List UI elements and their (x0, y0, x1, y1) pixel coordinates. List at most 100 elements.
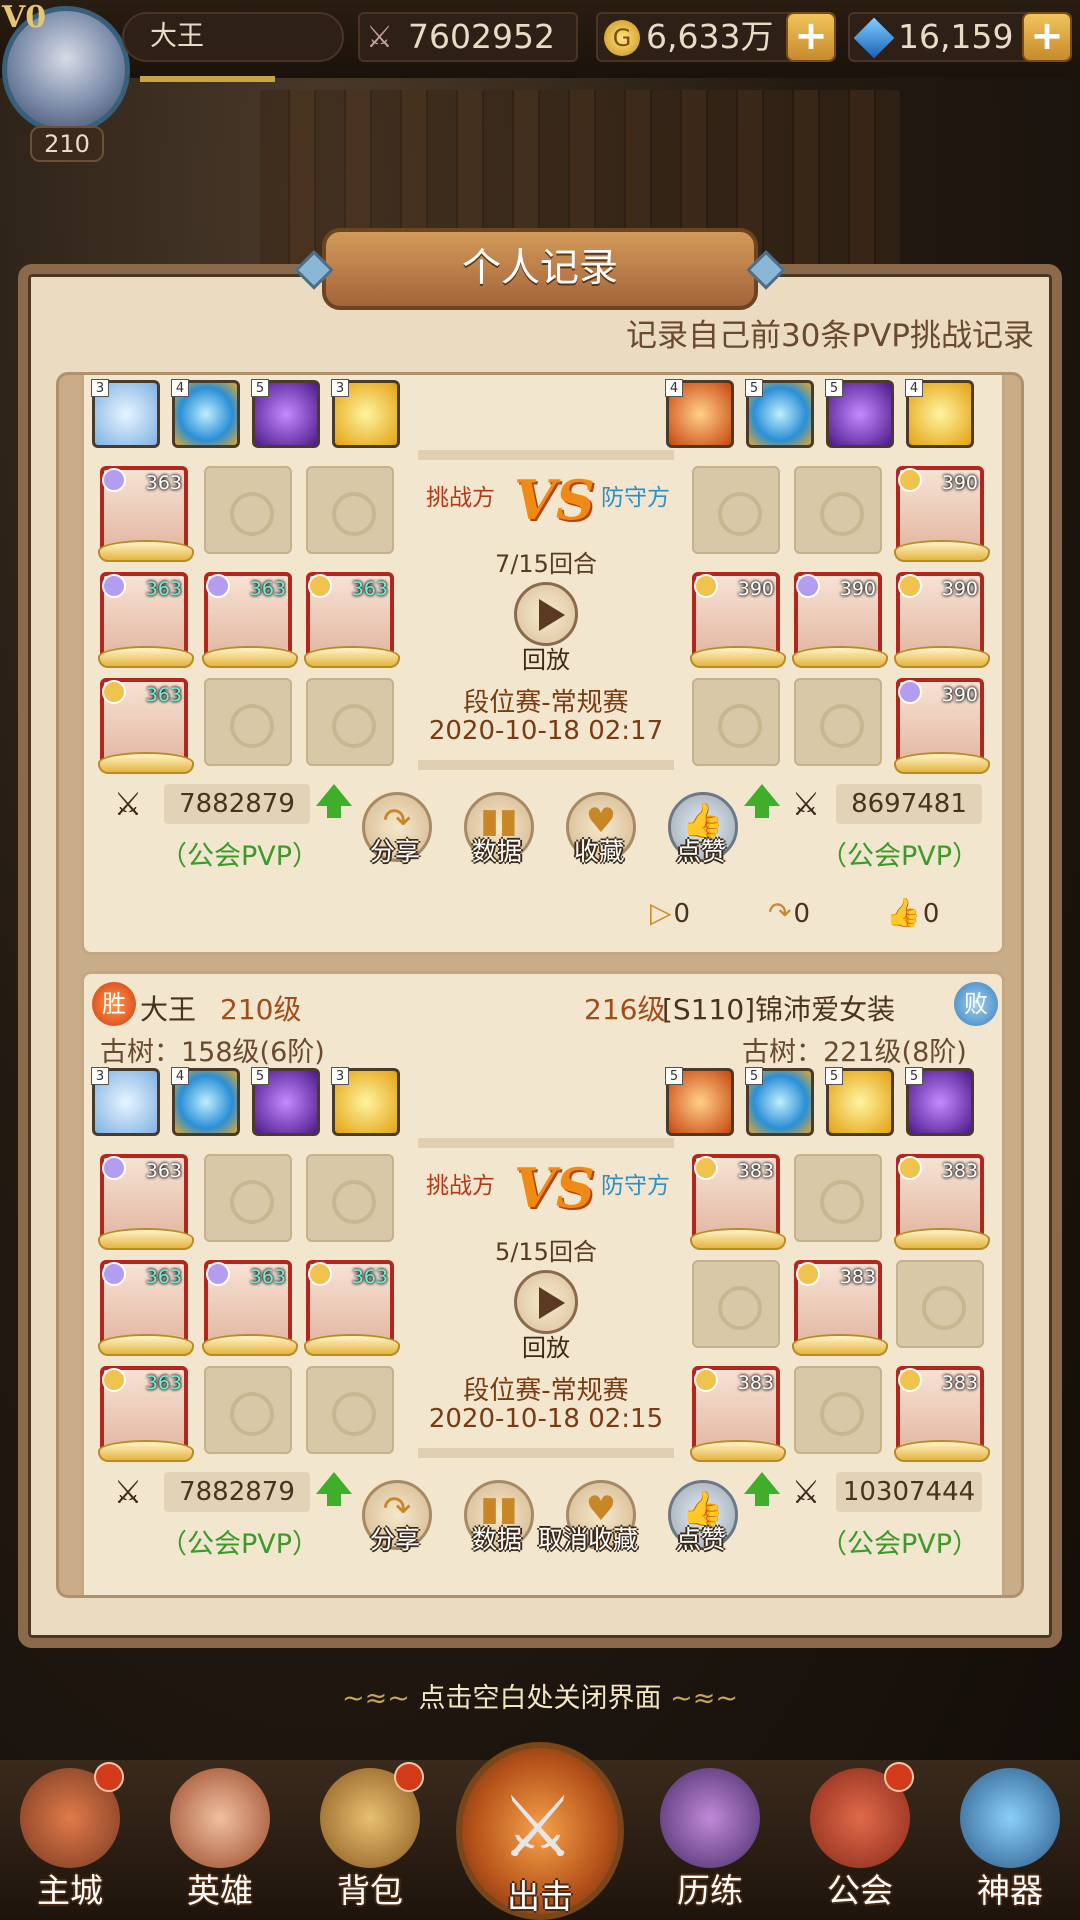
nav-battle-button[interactable]: ⚔ 出击 (456, 1742, 624, 1920)
artifact-icon[interactable]: 4 (171, 1067, 240, 1136)
nav-bag[interactable]: 背包 (300, 1760, 440, 1920)
artifact-star: 4 (665, 379, 683, 397)
empty-slot (306, 1154, 394, 1242)
nav-label: 神器 (977, 1871, 1043, 1910)
power-display: ⚔ 7602952 (358, 12, 578, 62)
artifact-icon[interactable]: 3 (91, 1067, 160, 1136)
hero-portrait[interactable]: 390 (792, 572, 888, 668)
power-swords-icon: ⚔ (113, 785, 143, 823)
hero-portrait[interactable]: 363 (98, 572, 194, 668)
hero-level: 363 (145, 1160, 182, 1182)
faction-icon (796, 1262, 820, 1286)
defender-power: 8697481 (836, 784, 982, 824)
close-hint[interactable]: ~≈~ 点击空白处关闭界面 ~≈~ (0, 1676, 1080, 1715)
faction-icon (898, 574, 922, 598)
power-up-icon (744, 784, 780, 818)
star-wing-icon (98, 540, 194, 562)
star-wing-icon (690, 646, 786, 668)
artifact-icon[interactable]: 5 (825, 1067, 894, 1136)
star-wing-icon (202, 646, 298, 668)
hero-portrait[interactable]: 390 (894, 466, 990, 562)
replay-label: 回放 (522, 1334, 570, 1362)
player-level: 210 (30, 126, 104, 162)
nav-guild[interactable]: 公会 (790, 1760, 930, 1920)
artifact-icon[interactable]: 4 (905, 379, 974, 448)
star-wing-icon (894, 752, 990, 774)
artifact-icon[interactable]: 5 (825, 379, 894, 448)
hero-portrait[interactable]: 383 (690, 1366, 786, 1462)
hero-portrait[interactable]: 383 (690, 1154, 786, 1250)
crystal-icon (960, 1768, 1060, 1868)
hero-portrait[interactable]: 363 (98, 1366, 194, 1462)
nav-artifact[interactable]: 神器 (940, 1760, 1080, 1920)
artifact-icon[interactable]: 5 (905, 1067, 974, 1136)
play-icon: ▷ (650, 896, 672, 929)
star-wing-icon (894, 1228, 990, 1250)
faction-icon (206, 1262, 230, 1286)
star-wing-icon (690, 1440, 786, 1462)
add-gold-button[interactable]: + (786, 12, 836, 62)
attacker-tag: （公会PVP） (160, 841, 320, 872)
record-list[interactable]: 3 4 5 3 4 5 5 4 363 363 363 363 363 挑战方 … (56, 372, 1024, 1598)
empty-slot (896, 1260, 984, 1348)
artifact-icon[interactable]: 5 (745, 379, 814, 448)
nav-main-city[interactable]: 主城 (0, 1760, 140, 1920)
hero-portrait[interactable]: 363 (98, 1260, 194, 1356)
faction-icon (102, 1262, 126, 1286)
hero-portrait[interactable]: 383 (894, 1154, 990, 1250)
xp-bar (140, 76, 275, 82)
empty-slot (692, 678, 780, 766)
artifact-star: 5 (825, 1067, 843, 1085)
artifact-icon[interactable]: 5 (251, 379, 320, 448)
hero-portrait[interactable]: 390 (894, 678, 990, 774)
battle-summary: 挑战方 VS 防守方 7/15回合 回放 段位赛-常规赛 2020-10-18 … (418, 450, 674, 770)
replay-button[interactable] (514, 1270, 578, 1334)
nav-label: 公会 (827, 1871, 893, 1910)
star-wing-icon (304, 1334, 400, 1356)
artifact-icon[interactable]: 3 (91, 379, 160, 448)
star-wing-icon (98, 1228, 194, 1250)
faction-icon (694, 574, 718, 598)
hero-portrait[interactable]: 363 (304, 1260, 400, 1356)
hero-portrait[interactable]: 383 (894, 1366, 990, 1462)
artifact-icon[interactable]: 4 (665, 379, 734, 448)
hero-portrait[interactable]: 363 (98, 466, 194, 562)
hero-portrait[interactable]: 363 (98, 678, 194, 774)
panel-title: 个人记录 (322, 228, 758, 310)
power-swords-icon: ⚔ (791, 1473, 821, 1511)
gold-coin-icon: G (604, 20, 640, 56)
attacker-level: 210级 (220, 993, 302, 1026)
nav-heroes[interactable]: 英雄 (150, 1760, 290, 1920)
hero-portrait[interactable]: 390 (690, 572, 786, 668)
player-avatar[interactable]: V0 210 (0, 0, 140, 162)
nav-training[interactable]: 历练 (640, 1760, 780, 1920)
replay-button[interactable] (514, 582, 578, 646)
swords-icon: ⚔ (366, 20, 393, 55)
hero-portrait[interactable]: 390 (894, 572, 990, 668)
nav-label: 背包 (337, 1871, 403, 1910)
artifact-star: 4 (171, 379, 189, 397)
hero-portrait[interactable]: 363 (304, 572, 400, 668)
empty-slot (692, 466, 780, 554)
empty-slot (794, 1366, 882, 1454)
hero-portrait[interactable]: 363 (202, 572, 298, 668)
vs-icon: VS (514, 1156, 595, 1220)
hero-portrait[interactable]: 363 (98, 1154, 194, 1250)
notification-dot (884, 1762, 914, 1792)
artifact-star: 5 (905, 1067, 923, 1085)
artifact-icon[interactable]: 5 (251, 1067, 320, 1136)
replay-count-value: 0 (673, 899, 691, 929)
artifact-icon[interactable]: 3 (331, 379, 400, 448)
gem-value: 16,159 (898, 17, 1014, 56)
hero-portrait[interactable]: 383 (792, 1260, 888, 1356)
artifact-star: 5 (745, 1067, 763, 1085)
artifact-icon[interactable]: 3 (331, 1067, 400, 1136)
attacker-label: 挑战方 (426, 1173, 495, 1199)
power-up-icon (316, 784, 352, 818)
add-gem-button[interactable]: + (1022, 12, 1072, 62)
hero-portrait[interactable]: 363 (202, 1260, 298, 1356)
artifact-icon[interactable]: 5 (665, 1067, 734, 1136)
empty-slot (794, 678, 882, 766)
artifact-icon[interactable]: 5 (745, 1067, 814, 1136)
artifact-icon[interactable]: 4 (171, 379, 240, 448)
